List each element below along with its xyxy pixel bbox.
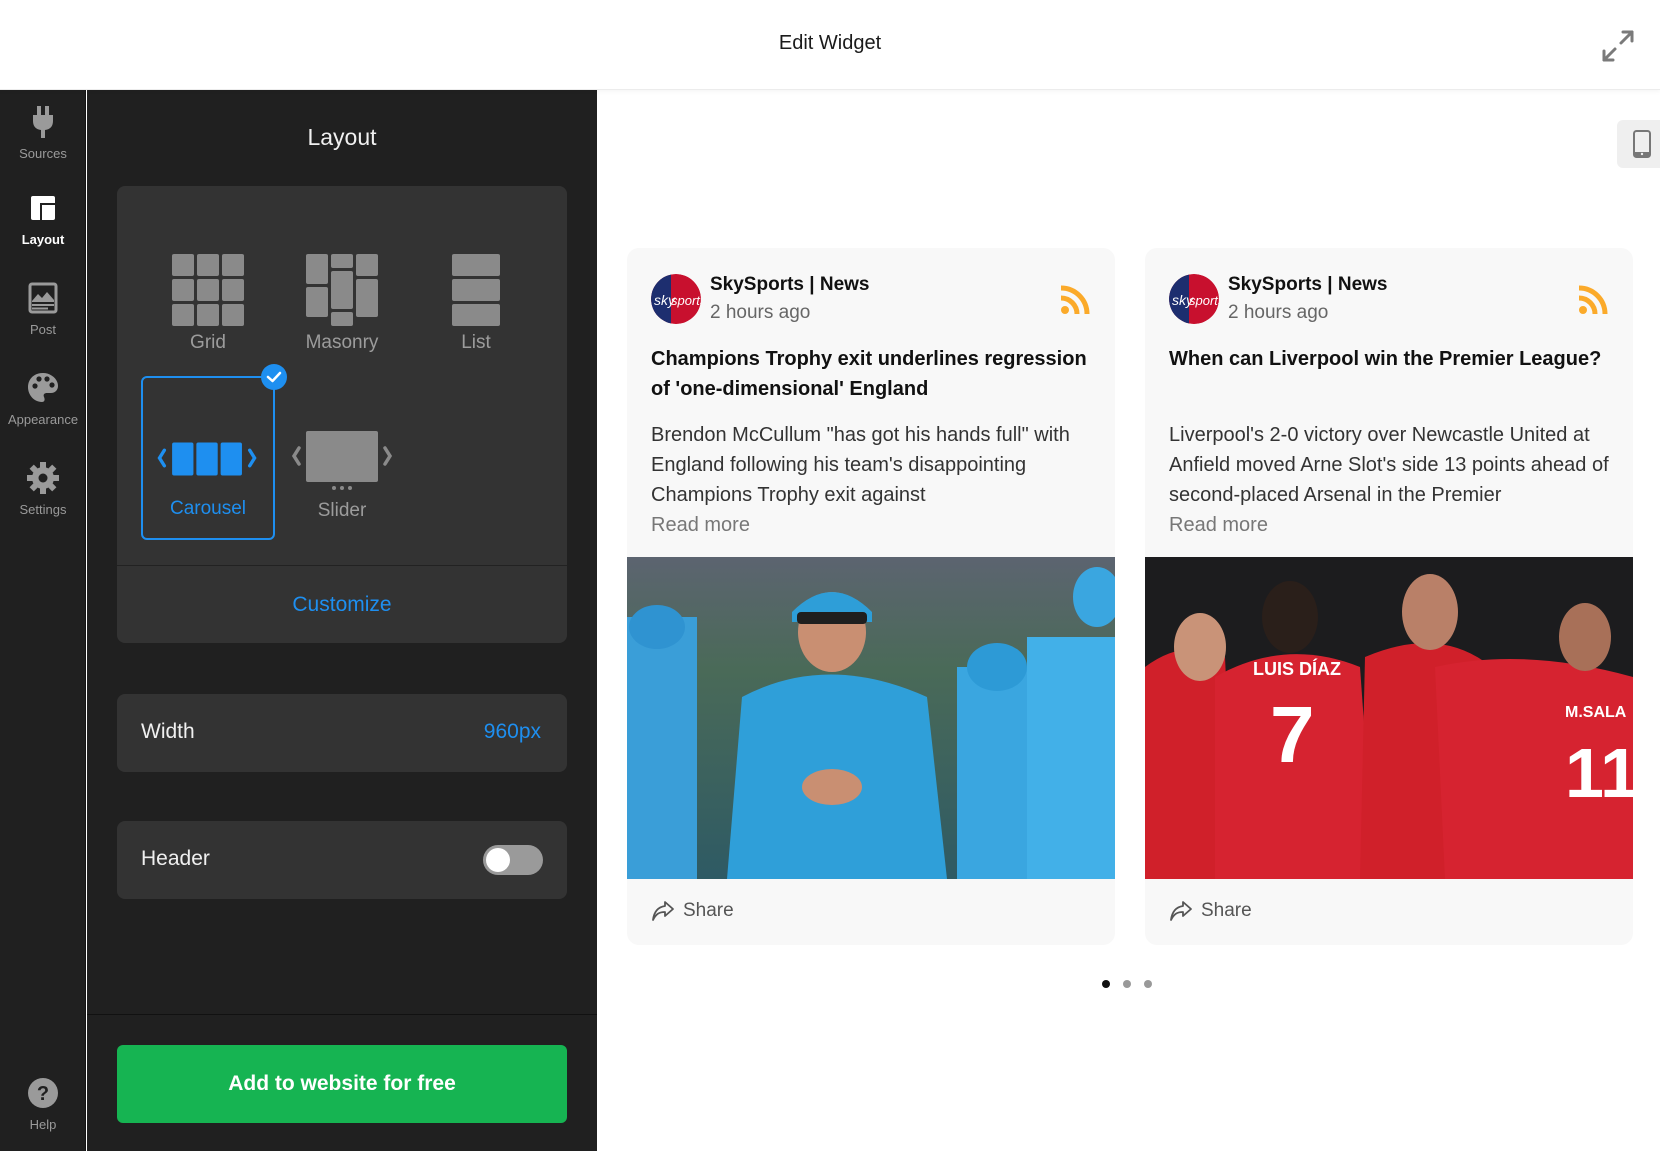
- sidebar-item-settings[interactable]: Settings: [0, 460, 86, 517]
- share-label: Share: [683, 900, 734, 921]
- mobile-view-button[interactable]: [1617, 120, 1660, 168]
- expand-arrows-icon[interactable]: [1600, 28, 1636, 64]
- width-setting[interactable]: Width 960px: [117, 694, 567, 772]
- post-headline[interactable]: Champions Trophy exit underlines regress…: [651, 344, 1091, 404]
- post-headline[interactable]: When can Liverpool win the Premier Leagu…: [1169, 344, 1609, 374]
- rss-icon[interactable]: [1577, 284, 1609, 316]
- post-excerpt: Brendon McCullum "has got his hands full…: [651, 424, 1070, 506]
- layout-option-list[interactable]: List: [409, 208, 543, 372]
- layout-option-grid[interactable]: Grid: [141, 208, 275, 372]
- settings-panel: Layout Grid Masonry List Carousel Slider…: [87, 90, 597, 1151]
- share-icon: [652, 901, 674, 921]
- sidebar-item-appearance[interactable]: Appearance: [0, 370, 86, 427]
- width-label: Width: [141, 720, 195, 743]
- post-image[interactable]: [627, 557, 1115, 879]
- layout-option-label: Slider: [317, 500, 367, 521]
- sidebar-item-label: Layout: [21, 232, 65, 247]
- sidebar-rail: Sources Layout Post Appearance Settings …: [0, 90, 86, 1151]
- avatar[interactable]: skysports: [651, 274, 701, 324]
- post-time: 2 hours ago: [1228, 302, 1329, 323]
- layout-option-masonry[interactable]: Masonry: [275, 208, 409, 372]
- svg-text:LUIS DÍAZ: LUIS DÍAZ: [1253, 658, 1341, 679]
- carousel-pagination: [1102, 980, 1152, 988]
- sidebar-item-label: Post: [29, 322, 56, 337]
- slider-layout-icon: [291, 431, 393, 490]
- palette-icon: [28, 373, 58, 402]
- post-time: 2 hours ago: [710, 302, 811, 323]
- list-layout-icon: [452, 254, 500, 326]
- sidebar-item-label: Appearance: [7, 412, 79, 427]
- page-title: Edit Widget: [778, 32, 882, 54]
- layout-option-label: List: [461, 332, 491, 353]
- svg-text:11: 11: [1565, 734, 1633, 812]
- mobile-phone-icon: [1633, 130, 1651, 158]
- rss-icon[interactable]: [1059, 284, 1091, 316]
- svg-text:sports: sports: [1189, 293, 1219, 308]
- share-label: Share: [1201, 900, 1252, 921]
- read-more-link[interactable]: Read more: [651, 510, 750, 540]
- post-excerpt: Liverpool's 2-0 victory over Newcastle U…: [1169, 424, 1609, 506]
- layout-options-card: Grid Masonry List Carousel Slider Custom…: [117, 186, 567, 643]
- pagination-dot[interactable]: [1144, 980, 1152, 988]
- layout-option-label: Masonry: [305, 332, 379, 353]
- post-author[interactable]: SkySports | News: [1228, 274, 1388, 296]
- svg-text:7: 7: [1270, 690, 1315, 779]
- svg-text:M.SALA: M.SALA: [1565, 704, 1627, 721]
- share-button[interactable]: Share: [1169, 900, 1252, 922]
- image-icon: [28, 282, 58, 314]
- sidebar-item-post[interactable]: Post: [0, 280, 86, 337]
- sidebar-item-label: Sources: [19, 146, 67, 161]
- svg-text:sports: sports: [671, 293, 701, 308]
- read-more-link[interactable]: Read more: [1169, 510, 1268, 540]
- sidebar-item-sources[interactable]: Sources: [0, 104, 86, 161]
- divider: [87, 1014, 597, 1015]
- share-button[interactable]: Share: [651, 900, 734, 922]
- layout-option-slider[interactable]: Slider: [275, 376, 409, 540]
- header-label: Header: [141, 847, 210, 870]
- svg-text:?: ?: [37, 1083, 49, 1105]
- pagination-dot[interactable]: [1123, 980, 1131, 988]
- panel-title: Layout: [307, 124, 377, 150]
- masonry-layout-icon: [306, 254, 378, 326]
- avatar[interactable]: skysports: [1169, 274, 1219, 324]
- sidebar-item-help[interactable]: ? Help: [0, 1075, 86, 1132]
- width-value[interactable]: 960px: [484, 720, 541, 744]
- toggle-knob: [486, 848, 510, 872]
- sidebar-item-layout[interactable]: Layout: [0, 190, 86, 247]
- sidebar-item-label: Settings: [19, 502, 67, 517]
- customize-button[interactable]: Customize: [117, 566, 567, 643]
- layout-option-carousel[interactable]: Carousel: [141, 364, 287, 540]
- widget-preview: skysports SkySports | News 2 hours ago C…: [597, 90, 1660, 1151]
- add-to-website-button[interactable]: Add to website for free: [117, 1045, 567, 1123]
- header-toggle[interactable]: [483, 845, 543, 875]
- gear-icon: [27, 462, 59, 494]
- plug-icon: [33, 106, 53, 138]
- header-setting: Header: [117, 821, 567, 899]
- post-image[interactable]: LUIS DÍAZ 7 M.SALA 11: [1145, 557, 1633, 879]
- post-card: skysports SkySports | News 2 hours ago C…: [627, 248, 1115, 945]
- question-circle-icon: ?: [28, 1078, 58, 1108]
- grid-layout-icon: [172, 254, 244, 326]
- share-icon: [1170, 901, 1192, 921]
- layout-option-label: Grid: [190, 332, 226, 353]
- top-bar: Edit Widget: [0, 0, 1660, 90]
- pagination-dot[interactable]: [1102, 980, 1110, 988]
- layout-option-label: Carousel: [169, 498, 247, 519]
- post-card: skysports SkySports | News 2 hours ago W…: [1145, 248, 1633, 945]
- carousel-layout-icon: [157, 442, 257, 476]
- layout-icon: [31, 196, 55, 220]
- post-author[interactable]: SkySports | News: [710, 274, 870, 296]
- sidebar-item-label: Help: [29, 1117, 57, 1132]
